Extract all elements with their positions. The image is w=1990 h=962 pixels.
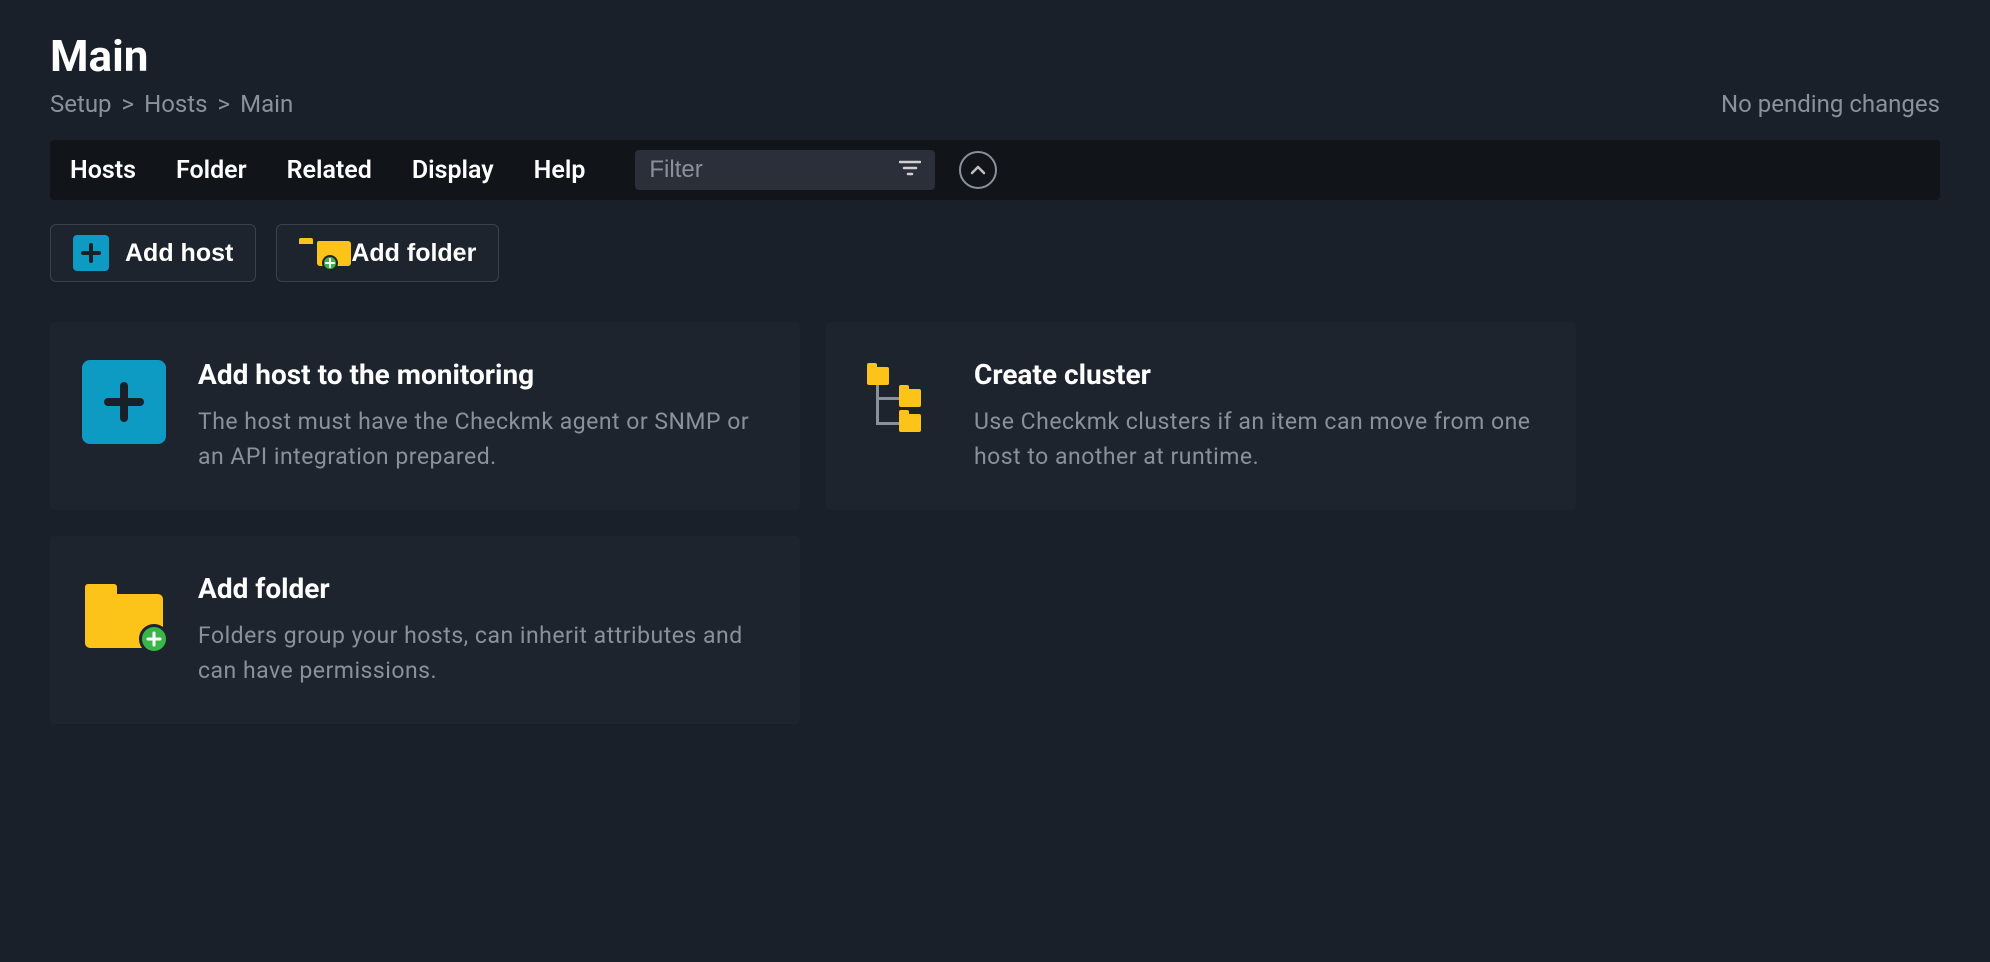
breadcrumb-separator: > (122, 90, 135, 118)
filter-box[interactable] (635, 150, 935, 190)
card-add-folder[interactable]: Add folder Folders group your hosts, can… (50, 536, 800, 724)
menu-hosts[interactable]: Hosts (70, 156, 136, 185)
filter-input[interactable] (649, 156, 899, 184)
breadcrumb-separator: > (218, 90, 231, 118)
breadcrumb: Setup > Hosts > Main (50, 90, 293, 118)
cards-grid: Add host to the monitoring The host must… (50, 322, 1940, 724)
menubar: Hosts Folder Related Display Help (50, 140, 1940, 200)
add-folder-label: Add folder (351, 239, 476, 268)
breadcrumb-hosts[interactable]: Hosts (144, 90, 207, 118)
pending-changes-status[interactable]: No pending changes (1721, 90, 1940, 118)
menu-folder[interactable]: Folder (176, 156, 247, 185)
chevron-up-icon (970, 165, 986, 175)
page-header: Main Setup > Hosts > Main No pending cha… (50, 30, 1940, 118)
add-host-button[interactable]: Add host (50, 224, 256, 282)
card-title: Add folder (198, 572, 770, 605)
card-desc: Use Checkmk clusters if an item can move… (974, 405, 1546, 474)
action-buttons: Add host Add folder (50, 224, 1940, 282)
breadcrumb-main[interactable]: Main (240, 90, 293, 118)
folder-plus-icon (85, 584, 163, 648)
menu-help[interactable]: Help (534, 156, 586, 185)
page-title: Main (50, 30, 293, 82)
card-title: Create cluster (974, 358, 1546, 391)
filter-icon (899, 159, 921, 181)
card-create-cluster[interactable]: Create cluster Use Checkmk clusters if a… (826, 322, 1576, 510)
menu-display[interactable]: Display (412, 156, 494, 185)
add-folder-button[interactable]: Add folder (276, 224, 499, 282)
card-title: Add host to the monitoring (198, 358, 770, 391)
card-desc: The host must have the Checkmk agent or … (198, 405, 770, 474)
folder-plus-icon (299, 238, 335, 268)
breadcrumb-setup[interactable]: Setup (50, 90, 112, 118)
card-add-host[interactable]: Add host to the monitoring The host must… (50, 322, 800, 510)
add-host-label: Add host (125, 239, 233, 268)
collapse-toggle[interactable] (959, 151, 997, 189)
plus-icon (73, 235, 109, 271)
card-desc: Folders group your hosts, can inherit at… (198, 619, 770, 688)
menu-related[interactable]: Related (287, 156, 372, 185)
plus-icon (82, 360, 166, 444)
cluster-icon (865, 367, 935, 437)
